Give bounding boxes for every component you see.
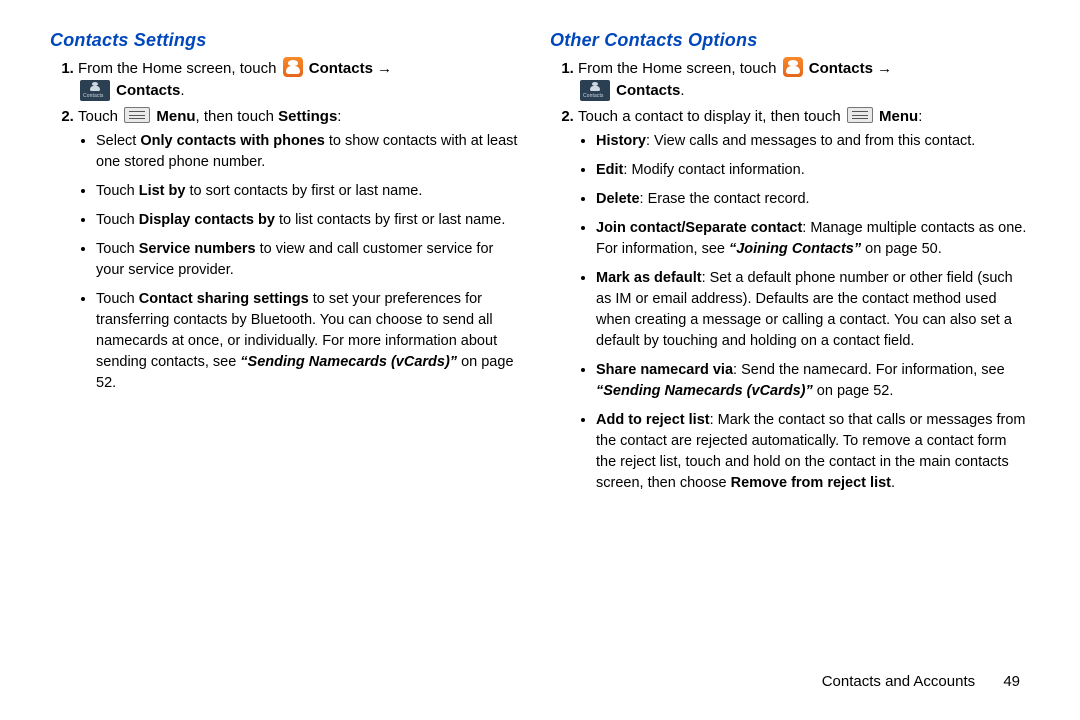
- list-item: Touch Service numbers to view and call c…: [96, 239, 522, 281]
- section-heading-contacts-settings: Contacts Settings: [50, 30, 522, 51]
- step-2-left: Touch Menu, then touch Settings: Select …: [78, 106, 522, 395]
- menu-label: Menu: [879, 108, 918, 125]
- text: to list contacts by first or last name.: [275, 212, 505, 228]
- bold-text: Display contacts by: [139, 212, 275, 228]
- list-item: Select Only contacts with phones to show…: [96, 131, 522, 173]
- bold-text: History: [596, 133, 646, 149]
- right-column: Other Contacts Options From the Home scr…: [540, 30, 1030, 502]
- list-item: Add to reject list: Mark the contact so …: [596, 410, 1030, 494]
- text: : Modify contact information.: [623, 162, 804, 178]
- cross-reference: “Sending Namecards (vCards)”: [240, 354, 457, 370]
- list-item: Edit: Modify contact information.: [596, 160, 1030, 181]
- list-item: Mark as default: Set a default phone num…: [596, 268, 1030, 352]
- list-item: History: View calls and messages to and …: [596, 131, 1030, 152]
- bold-text: Share namecard via: [596, 362, 733, 378]
- bold-text: Edit: [596, 162, 623, 178]
- contacts-app-icon: [783, 57, 803, 77]
- text: Touch: [78, 108, 122, 125]
- step-1-right: From the Home screen, touch Contacts Con…: [578, 57, 1030, 102]
- steps-list-right: From the Home screen, touch Contacts Con…: [550, 57, 1030, 494]
- contacts-tab-icon: [80, 80, 110, 101]
- list-item: Touch List by to sort contacts by first …: [96, 181, 522, 202]
- list-item: Delete: Erase the contact record.: [596, 189, 1030, 210]
- contacts-tab-label: Contacts: [116, 82, 180, 99]
- bullet-list-left: Select Only contacts with phones to show…: [78, 131, 522, 394]
- list-item: Share namecard via: Send the namecard. F…: [596, 360, 1030, 402]
- menu-label: Menu: [156, 108, 195, 125]
- bold-text: Only contacts with phones: [140, 133, 325, 149]
- bold-text: List by: [139, 183, 186, 199]
- list-item: Touch Display contacts by to list contac…: [96, 210, 522, 231]
- text: Touch a contact to display it, then touc…: [578, 108, 845, 125]
- text: , then touch: [196, 108, 279, 125]
- menu-icon: [124, 107, 150, 123]
- step-1-left: From the Home screen, touch Contacts Con…: [78, 57, 522, 102]
- contacts-label: Contacts: [809, 60, 892, 77]
- text: on page 50.: [861, 241, 942, 257]
- bold-text: Mark as default: [596, 270, 702, 286]
- text: to sort contacts by first or last name.: [185, 183, 422, 199]
- bold-text: Delete: [596, 191, 640, 207]
- list-item: Join contact/Separate contact: Manage mu…: [596, 218, 1030, 260]
- text: Touch: [96, 183, 139, 199]
- text: Touch: [96, 212, 139, 228]
- text: : Send the namecard. For information, se…: [733, 362, 1005, 378]
- text: on page 52.: [813, 383, 894, 399]
- settings-label: Settings: [278, 108, 337, 125]
- text: .: [891, 475, 895, 491]
- cross-reference: “Joining Contacts”: [729, 241, 861, 257]
- text: Select: [96, 133, 140, 149]
- contacts-tab-label: Contacts: [616, 82, 680, 99]
- text: : Erase the contact record.: [640, 191, 810, 207]
- bold-text: Contact sharing settings: [139, 291, 309, 307]
- bold-text: Add to reject list: [596, 412, 710, 428]
- text: From the Home screen, touch: [78, 60, 281, 77]
- text: From the Home screen, touch: [578, 60, 781, 77]
- manual-page: Contacts Settings From the Home screen, …: [0, 0, 1080, 502]
- page-footer: Contacts and Accounts 49: [822, 673, 1020, 690]
- bold-text: Remove from reject list: [731, 475, 891, 491]
- list-item: Touch Contact sharing settings to set yo…: [96, 289, 522, 394]
- bold-text: Join contact/Separate contact: [596, 220, 802, 236]
- bold-text: Service numbers: [139, 241, 256, 257]
- contacts-app-icon: [283, 57, 303, 77]
- text: : View calls and messages to and from th…: [646, 133, 975, 149]
- footer-section: Contacts and Accounts: [822, 673, 975, 690]
- text: Touch: [96, 291, 139, 307]
- contacts-label: Contacts: [309, 60, 392, 77]
- page-number: 49: [1003, 673, 1020, 690]
- bullet-list-right: History: View calls and messages to and …: [578, 131, 1030, 494]
- section-heading-other-options: Other Contacts Options: [550, 30, 1030, 51]
- step-2-right: Touch a contact to display it, then touc…: [578, 106, 1030, 495]
- menu-icon: [847, 107, 873, 123]
- steps-list-left: From the Home screen, touch Contacts Con…: [50, 57, 522, 394]
- left-column: Contacts Settings From the Home screen, …: [50, 30, 540, 502]
- text: Touch: [96, 241, 139, 257]
- cross-reference: “Sending Namecards (vCards)”: [596, 383, 813, 399]
- contacts-tab-icon: [580, 80, 610, 101]
